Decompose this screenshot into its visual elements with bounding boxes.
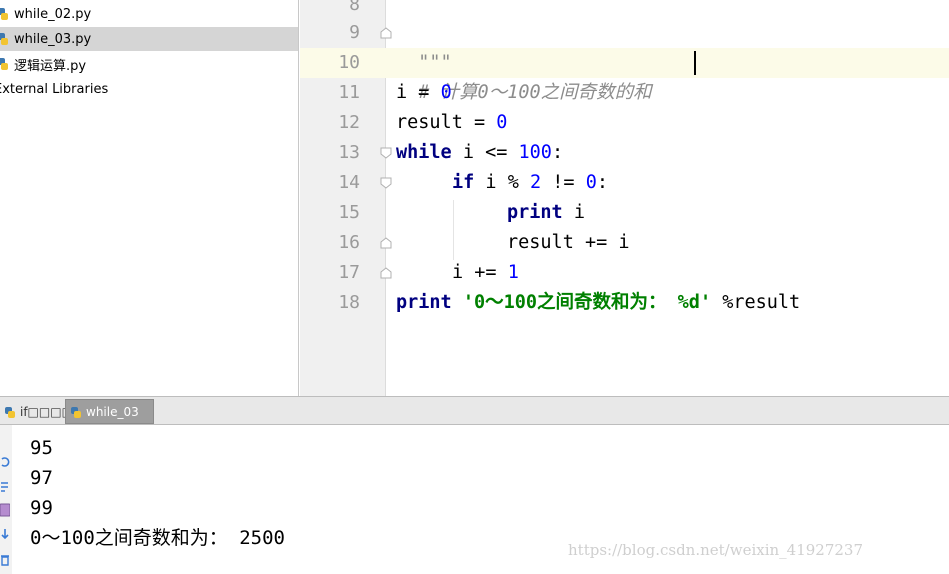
fold-start-icon[interactable] <box>380 177 392 189</box>
line-number: 18 <box>338 292 360 313</box>
project-tree: while_02.py while_03.py 逻辑运算.py External… <box>0 0 299 396</box>
line-number: 10 <box>338 52 360 73</box>
code-token: %result <box>711 292 801 313</box>
line-number: 15 <box>338 202 360 223</box>
python-file-icon <box>0 58 8 70</box>
code-token: : <box>551 142 564 163</box>
run-tab-while-03[interactable]: while_03 <box>65 399 154 424</box>
text-caret <box>694 51 696 75</box>
code-token: result <box>396 112 463 133</box>
code-token: != <box>541 172 586 193</box>
line-number: 12 <box>338 112 360 133</box>
tree-item-while-02[interactable]: while_02.py <box>0 2 298 26</box>
fold-start-icon[interactable] <box>380 147 392 159</box>
line-number: 14 <box>338 172 360 193</box>
line-number: 11 <box>338 82 360 103</box>
tree-item-label: while_02.py <box>14 6 92 22</box>
run-tab-bar: if□□□□ while_03 <box>0 396 949 425</box>
code-line-16: result += i <box>507 228 630 258</box>
code-keyword: while <box>396 142 452 163</box>
fold-end-icon[interactable] <box>380 237 392 249</box>
fold-end-icon[interactable] <box>380 267 392 279</box>
line-number: 17 <box>338 262 360 283</box>
tree-item-label: while_03.py <box>14 31 92 47</box>
code-keyword: print <box>396 292 452 313</box>
code-line-10: # 计算0～100之间奇数的和 <box>396 48 651 103</box>
run-tab-label: while_03 <box>86 404 139 419</box>
code-line-13: while i <= 100: <box>396 138 563 168</box>
code-token: i <= <box>451 142 519 163</box>
code-number: 0 <box>496 112 508 133</box>
line-number: 16 <box>338 232 360 253</box>
code-keyword: print <box>507 202 563 223</box>
console-output-line: 95 <box>30 437 53 459</box>
rerun-icon[interactable] <box>0 455 10 469</box>
console-output-line: 99 <box>30 497 53 519</box>
code-line-14: if i % 2 != 0: <box>452 168 608 198</box>
code-line-17: i += 1 <box>452 258 519 288</box>
line-number: 9 <box>349 22 360 43</box>
python-run-icon <box>71 406 81 418</box>
console-output-line: 97 <box>30 467 53 489</box>
code-token: i % <box>474 172 530 193</box>
run-tab-if[interactable]: if□□□□ <box>0 399 73 424</box>
scroll-to-end-icon[interactable] <box>0 527 10 541</box>
tree-item-external-libraries[interactable]: External Libraries <box>0 77 298 101</box>
tree-item-logic[interactable]: 逻辑运算.py <box>0 52 298 76</box>
soft-wrap-icon[interactable] <box>0 480 10 494</box>
python-run-icon <box>5 406 15 418</box>
code-number: 2 <box>529 172 542 193</box>
python-file-icon <box>0 8 8 20</box>
code-number: 0 <box>585 172 597 193</box>
code-keyword: if <box>452 172 475 193</box>
watermark-url: https://blog.csdn.net/weixin_41927237 <box>568 541 864 559</box>
tree-item-label: 逻辑运算.py <box>14 58 87 74</box>
tree-item-while-03[interactable]: while_03.py <box>0 27 298 51</box>
code-line-11: i = 0 <box>396 78 452 108</box>
code-line-15: print i <box>507 198 585 228</box>
python-file-icon <box>0 33 8 45</box>
code-line-12: result = 0 <box>396 108 507 138</box>
code-token: i <box>562 202 585 223</box>
code-token: result += i <box>507 232 630 253</box>
code-token: i <box>396 82 408 103</box>
tree-item-label: External Libraries <box>0 81 109 97</box>
code-number: 0 <box>440 82 452 103</box>
clear-trash-icon[interactable] <box>0 553 10 567</box>
code-token: i += <box>452 262 508 283</box>
code-line-18: print '0～100之间奇数和为： %d' %result <box>396 288 800 318</box>
code-token: = <box>407 82 441 103</box>
code-token: = <box>462 112 497 133</box>
code-line-9: """ <box>396 18 451 73</box>
code-number: 100 <box>518 142 552 163</box>
print-icon[interactable] <box>0 503 10 517</box>
code-comment: # 计算0～100之间奇数的和 <box>418 82 652 103</box>
fold-start-icon[interactable] <box>380 27 392 39</box>
indent-guide <box>453 200 454 260</box>
console-output-line: 0～100之间奇数和为： 2500 <box>30 527 285 549</box>
console-toolbar <box>0 425 12 574</box>
code-number: 1 <box>507 262 519 283</box>
line-number: 8 <box>349 0 360 15</box>
line-number: 13 <box>338 142 360 163</box>
code-token: : <box>596 172 608 193</box>
code-string: '0～100之间奇数和为： %d' <box>451 292 712 313</box>
